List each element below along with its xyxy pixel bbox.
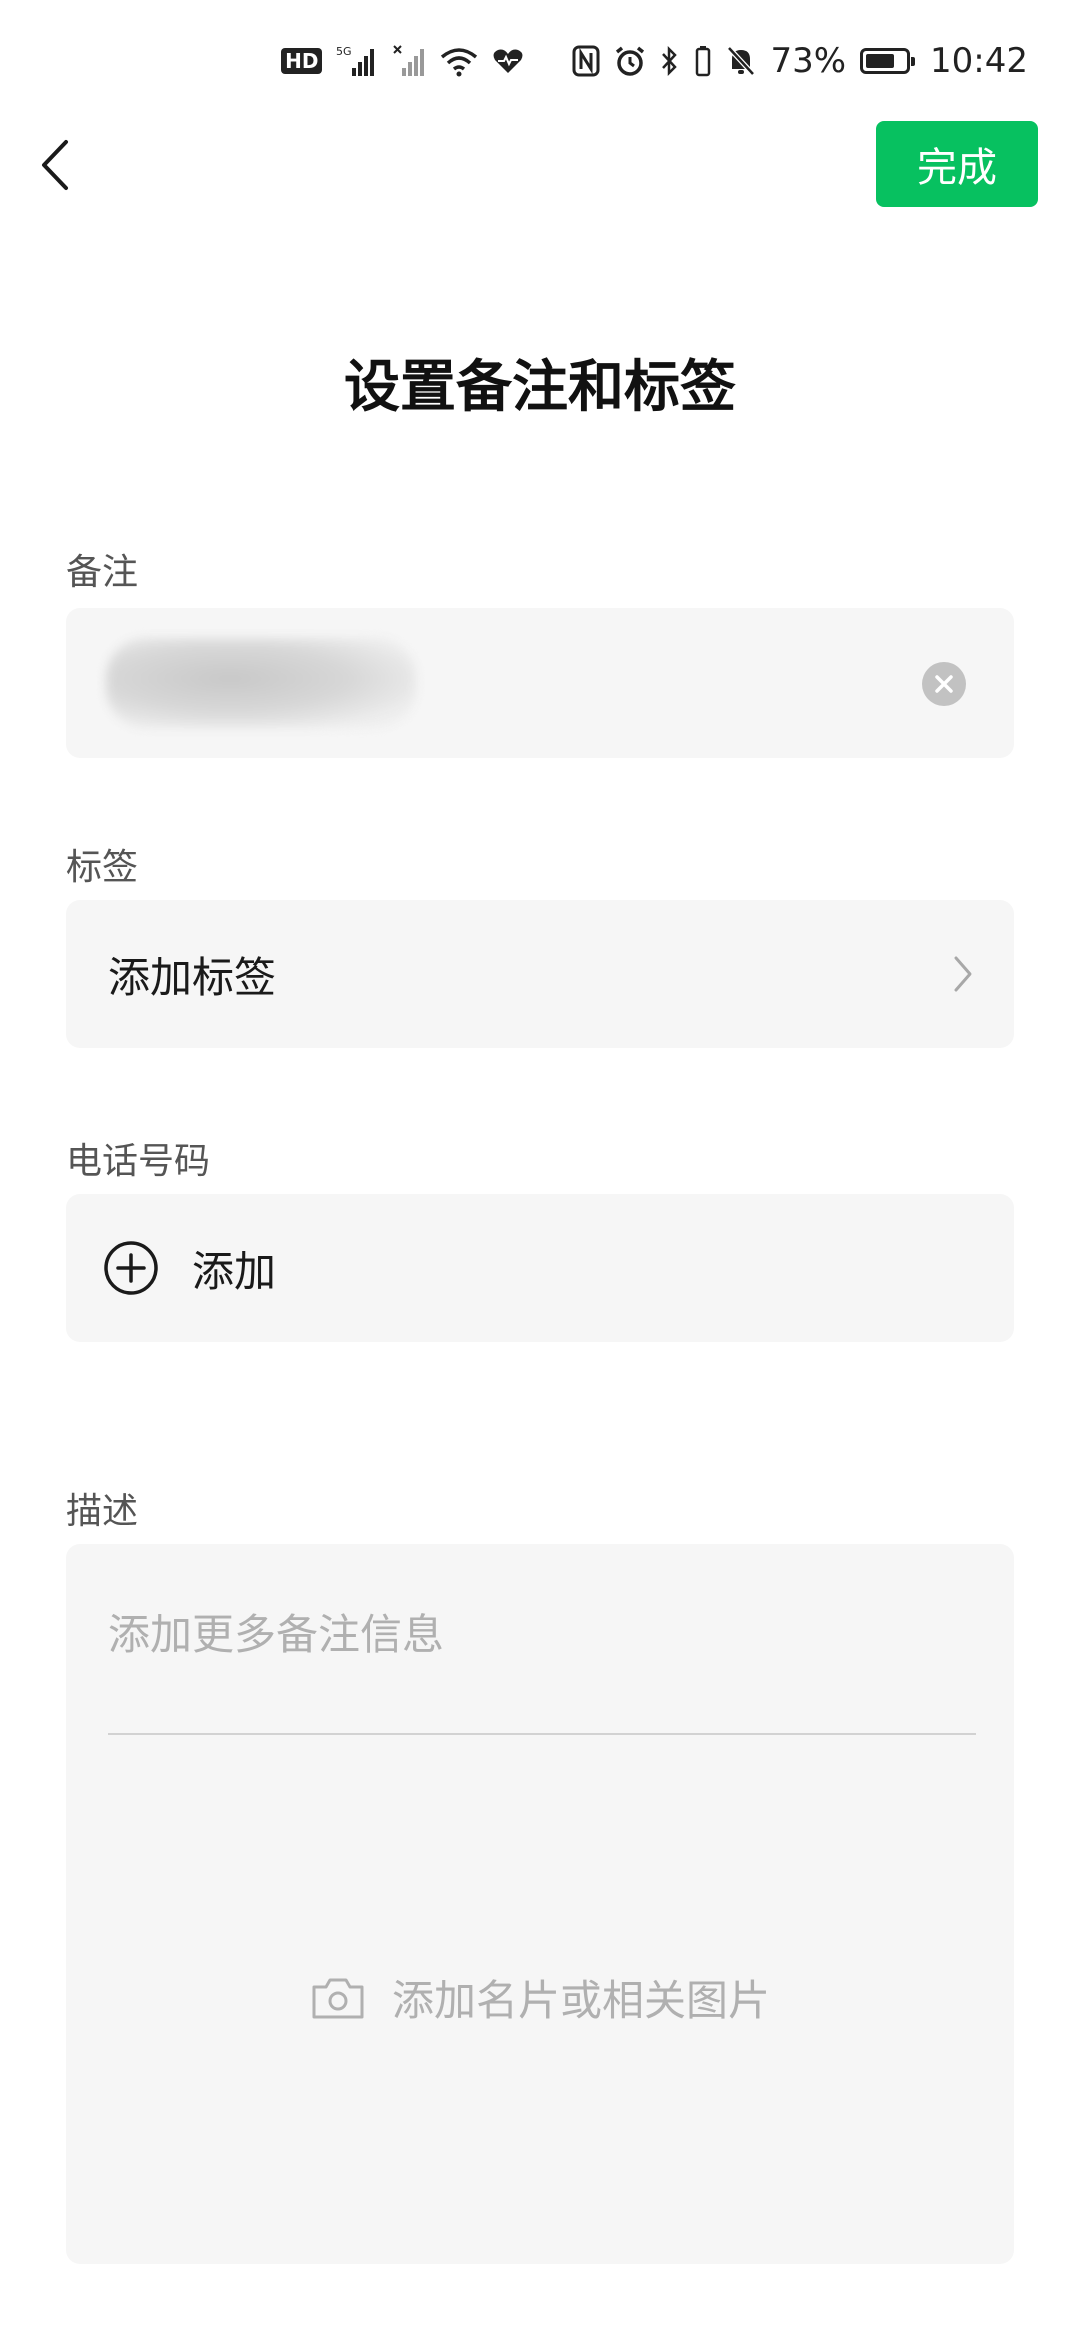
description-input[interactable] <box>108 1594 972 1674</box>
phone-label: 电话号码 <box>66 1141 211 1182</box>
done-button[interactable]: 完成 <box>876 121 1038 207</box>
alarm-icon <box>614 45 646 77</box>
plus-circle-icon <box>104 1241 158 1295</box>
remark-label: 备注 <box>66 552 139 593</box>
wifi-icon <box>440 45 478 77</box>
health-heart-icon <box>492 47 524 75</box>
status-bar: HD 5G 73% 10:42 <box>281 36 1028 86</box>
page-title: 设置备注和标签 <box>344 355 736 420</box>
battery-fill <box>866 54 895 68</box>
bluetooth-icon <box>660 45 680 77</box>
description-divider <box>108 1733 976 1735</box>
nfc-icon <box>572 45 600 77</box>
hd-icon: HD <box>281 48 323 74</box>
tags-label: 标签 <box>66 847 139 888</box>
chevron-right-icon <box>954 956 972 992</box>
cellular-no-signal-icon <box>392 44 426 78</box>
back-chevron-icon <box>42 140 68 190</box>
clock-time: 10:42 <box>930 41 1028 81</box>
description-label: 描述 <box>66 1491 139 1532</box>
battery-icon <box>860 48 916 74</box>
camera-icon <box>312 1978 364 2018</box>
add-phone-row[interactable]: 添加 <box>66 1194 1014 1342</box>
mute-bell-icon <box>726 45 756 77</box>
signal-5g-label: 5G <box>336 45 352 58</box>
add-tags-row[interactable]: 添加标签 <box>66 900 1014 1048</box>
clear-icon[interactable] <box>922 662 966 706</box>
add-tags-text: 添加标签 <box>108 952 277 1002</box>
remark-input[interactable] <box>66 608 1014 758</box>
cellular-signal-icon: 5G <box>336 44 378 78</box>
add-photo-button[interactable]: 添加名片或相关图片 <box>66 1967 1014 2028</box>
vibrate-battery-icon <box>694 45 712 77</box>
back-button[interactable] <box>30 135 80 195</box>
battery-percent: 73% <box>770 41 847 81</box>
remark-value-redacted <box>106 638 416 728</box>
add-photo-text: 添加名片或相关图片 <box>391 1976 770 2025</box>
description-box: 添加名片或相关图片 <box>66 1544 1014 2264</box>
add-phone-text: 添加 <box>192 1246 277 1296</box>
